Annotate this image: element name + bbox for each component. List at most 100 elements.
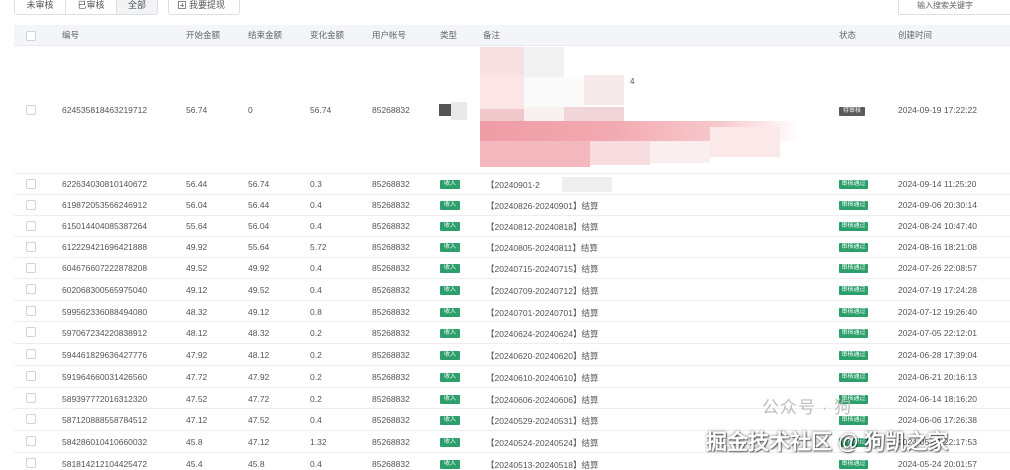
table-row[interactable]: 589397772016312320 47.52 47.72 0.2 85268… xyxy=(14,388,1010,409)
note-visible-fragment: 4 xyxy=(630,77,635,86)
cell-note: 【20240606-20240606】结算 xyxy=(486,395,599,405)
column-header-note: 备注 xyxy=(483,30,501,40)
row-checkbox[interactable] xyxy=(26,200,36,210)
row-checkbox[interactable] xyxy=(26,263,36,273)
cell-end-amount: 47.72 xyxy=(248,394,270,404)
tab-all[interactable]: 全部 xyxy=(116,0,158,15)
cell-id: 622634030810140672 xyxy=(62,179,148,189)
row-checkbox[interactable] xyxy=(26,306,36,316)
column-header-created: 创建时间 xyxy=(898,30,933,40)
table-row[interactable]: 602068300565975040 49.12 49.52 0.4 85268… xyxy=(14,279,1010,301)
cell-created: 2024-06-14 18:16:20 xyxy=(898,394,977,404)
column-header-change: 变化金额 xyxy=(310,30,345,40)
cell-account: 85268832 xyxy=(372,263,410,273)
cell-id: 624535818463219712 xyxy=(62,105,148,115)
row-checkbox[interactable] xyxy=(26,242,36,252)
cell-id: 619872053566246912 xyxy=(62,200,148,210)
cell-end-amount: 49.12 xyxy=(248,307,270,317)
cell-id: 597067234220838912 xyxy=(62,328,148,338)
cell-created: 2024-07-05 22:12:01 xyxy=(898,328,977,338)
type-badge: 收入 xyxy=(440,373,460,382)
cell-change-amount: 0.2 xyxy=(310,328,322,338)
table-row[interactable]: 622634030810140672 56.44 56.74 0.3 85268… xyxy=(14,174,1010,195)
cell-start-amount: 49.92 xyxy=(186,242,208,252)
cell-end-amount: 0 xyxy=(248,105,253,115)
cell-start-amount: 48.32 xyxy=(186,307,208,317)
status-badge: 审核通过 xyxy=(839,243,868,252)
table-row[interactable]: 594461829636427776 47.92 48.12 0.2 85268… xyxy=(14,344,1010,366)
row-checkbox[interactable] xyxy=(26,221,36,231)
cell-note: 【20240620-20240620】结算 xyxy=(486,351,599,361)
cell-change-amount: 0.4 xyxy=(310,200,322,210)
row-checkbox[interactable] xyxy=(26,179,36,189)
column-header-type: 类型 xyxy=(440,30,458,40)
type-badge: 收入 xyxy=(440,438,460,447)
row-checkbox[interactable] xyxy=(26,458,36,468)
watermark-faint: 公众号 · 狗 xyxy=(762,398,853,417)
table-row[interactable]: 599562336088494080 48.32 49.12 0.8 85268… xyxy=(14,301,1010,322)
cell-id: 587120888558784512 xyxy=(62,415,148,425)
cell-account: 85268832 xyxy=(372,394,410,404)
cell-start-amount: 49.12 xyxy=(186,285,208,295)
table-row[interactable]: 604676607222878208 49.52 49.92 0.4 85268… xyxy=(14,258,1010,279)
status-badge: 审核通过 xyxy=(839,373,868,382)
row-checkbox[interactable] xyxy=(26,436,36,446)
withdraw-button-label: 我要提现 xyxy=(189,0,226,10)
type-badge: 收入 xyxy=(440,180,460,189)
row-checkbox[interactable] xyxy=(26,284,36,294)
table-row[interactable]: 624535818463219712 56.74 0 56.74 8526883… xyxy=(14,47,1010,174)
cell-created: 2024-07-26 22:08:57 xyxy=(898,263,977,273)
cell-note: 【20240529-20240531】结算 xyxy=(486,416,599,426)
table-row[interactable]: 615014404085387264 55.64 56.04 0.4 85268… xyxy=(14,216,1010,237)
table-row[interactable]: 591964660031426560 47.72 47.92 0.2 85268… xyxy=(14,366,1010,388)
table-row[interactable]: 597067234220838912 48.12 48.32 0.2 85268… xyxy=(14,322,1010,344)
cell-id: 612229421696421888 xyxy=(62,242,148,252)
status-badge: 审核通过 xyxy=(839,351,868,360)
cell-created: 2024-08-16 18:21:08 xyxy=(898,242,977,252)
row-checkbox[interactable] xyxy=(26,414,36,424)
cell-account: 85268832 xyxy=(372,242,410,252)
watermark-main: 掘金技术社区 @ 狗凯之家 xyxy=(706,431,949,454)
table-row[interactable]: 612229421696421888 49.92 55.64 5.72 8526… xyxy=(14,237,1010,258)
row-checkbox[interactable] xyxy=(26,327,36,337)
cell-change-amount: 56.74 xyxy=(310,105,332,115)
cell-id: 589397772016312320 xyxy=(62,394,148,404)
cell-note: 【20240715-20240715】结算 xyxy=(486,264,599,274)
cell-id: 599562336088494080 xyxy=(62,307,148,317)
select-all-checkbox[interactable] xyxy=(26,31,36,41)
row-checkbox[interactable] xyxy=(26,349,36,359)
cell-note: 【20240701-20240701】结算 xyxy=(486,308,599,318)
cell-account: 85268832 xyxy=(372,285,410,295)
type-badge: 收入 xyxy=(440,201,460,210)
blurred-region xyxy=(451,102,467,120)
blurred-region xyxy=(562,177,612,192)
cell-end-amount: 56.44 xyxy=(248,200,270,210)
status-badge: 审核通过 xyxy=(839,180,868,189)
cell-created: 2024-09-06 20:30:14 xyxy=(898,200,977,210)
cell-change-amount: 0.2 xyxy=(310,394,322,404)
cell-start-amount: 47.92 xyxy=(186,350,208,360)
search-input[interactable]: 输入搜索关键字 xyxy=(898,0,1010,15)
type-badge: 收入 xyxy=(440,416,460,425)
cell-created: 2024-09-14 11:25:20 xyxy=(898,179,977,189)
type-badge: 收入 xyxy=(440,222,460,231)
cell-end-amount: 47.52 xyxy=(248,415,270,425)
cell-account: 85268832 xyxy=(372,105,410,115)
withdraw-button[interactable]: 我要提现 xyxy=(168,0,240,15)
cell-created: 2024-06-06 17:26:38 xyxy=(898,415,977,425)
status-badge: 审核通过 xyxy=(839,460,868,469)
tab-unreviewed[interactable]: 未审核 xyxy=(14,0,66,15)
table-row[interactable]: 619872053566246912 56.04 56.44 0.4 85268… xyxy=(14,195,1010,216)
cell-change-amount: 0.2 xyxy=(310,350,322,360)
row-checkbox[interactable] xyxy=(26,393,36,403)
status-badge: 审核通过 xyxy=(839,286,868,295)
row-checkbox[interactable] xyxy=(26,371,36,381)
tab-reviewed[interactable]: 已审核 xyxy=(65,0,117,15)
cell-id: 594461829636427776 xyxy=(62,350,148,360)
row-checkbox[interactable] xyxy=(26,105,36,115)
cell-end-amount: 48.32 xyxy=(248,328,270,338)
type-badge: 收入 xyxy=(440,395,460,404)
column-header-start: 开始金额 xyxy=(186,30,221,40)
cell-start-amount: 47.52 xyxy=(186,394,208,404)
cell-created: 2024-09-19 17:22:22 xyxy=(898,105,977,115)
